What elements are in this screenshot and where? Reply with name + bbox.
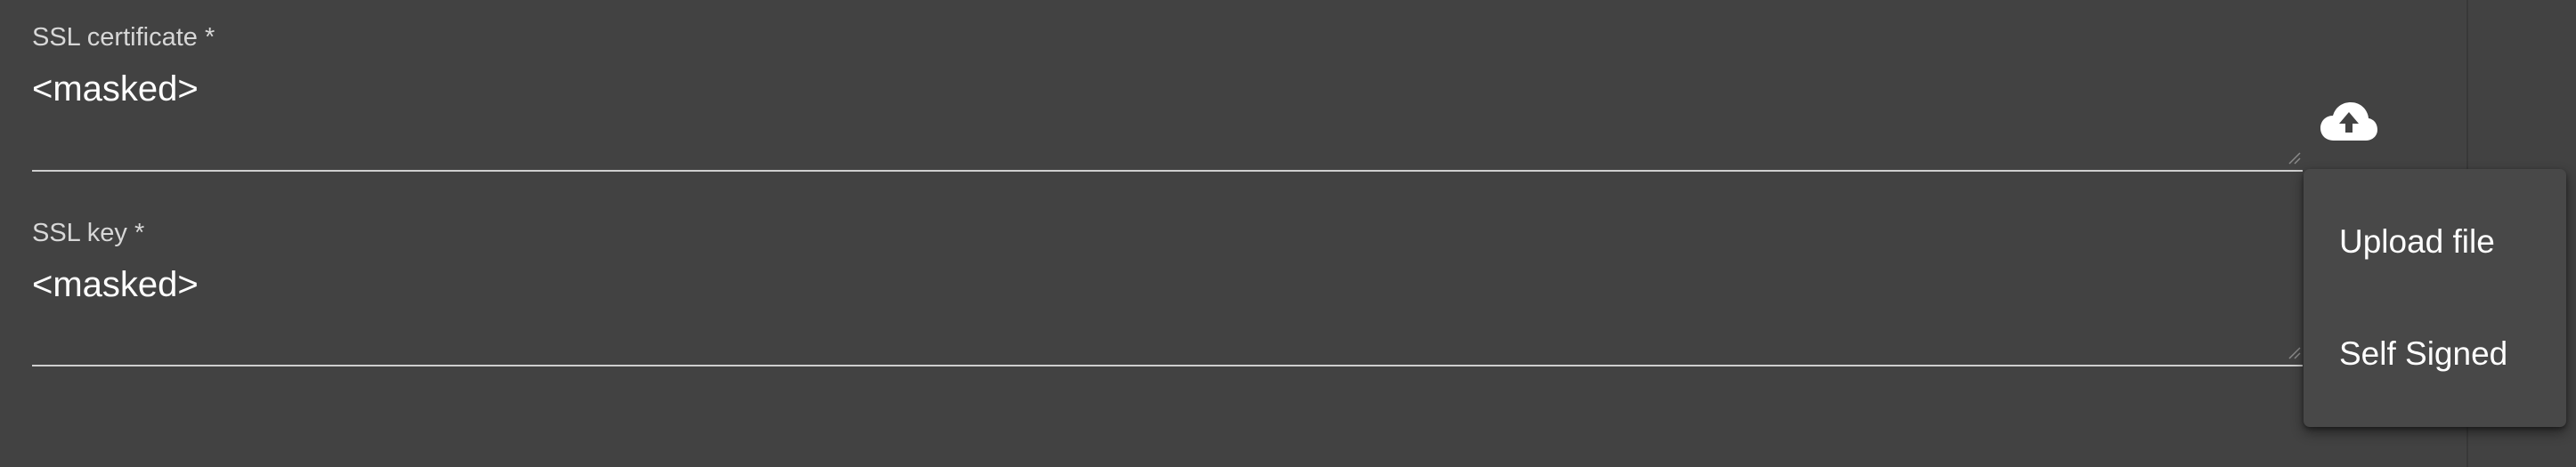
ssl-key-textarea[interactable]: <masked> [32,265,199,305]
ssl-key-label: SSL key * [32,219,145,247]
ssl-certificate-label: SSL certificate * [32,23,215,52]
upload-options-menu: Upload file Self Signed [2304,169,2566,427]
ssl-certificate-field[interactable]: SSL certificate * <masked> [32,18,2303,172]
page: SSL certificate * <masked> SSL key * <ma… [0,0,2576,467]
resize-grip-icon[interactable] [2287,345,2301,359]
ssl-certificate-underline [32,170,2303,172]
cloud-upload-icon[interactable] [2319,100,2379,144]
ssl-certificate-textarea[interactable]: <masked> [32,69,199,109]
menu-item-self-signed[interactable]: Self Signed [2304,311,2566,397]
ssl-key-underline [32,365,2303,366]
ssl-key-field[interactable]: SSL key * <masked> [32,213,2303,366]
menu-item-upload-file[interactable]: Upload file [2304,199,2566,285]
resize-grip-icon[interactable] [2287,150,2301,165]
